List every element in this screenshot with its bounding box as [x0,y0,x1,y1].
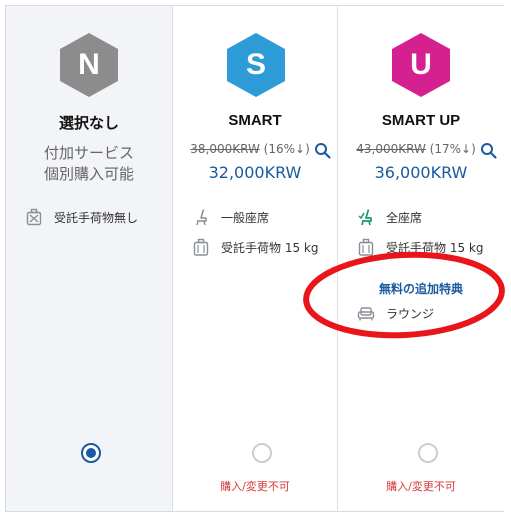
original-price-row: 38,000KRW (16%↓) [163,142,337,156]
option-title: 選択なし [58,115,119,132]
feature-label: 一般座席 [221,210,270,225]
all-seats-icon [356,207,376,227]
standard-seat-icon [191,207,211,227]
option-title: SMART UP [381,112,461,129]
feature-label: 受託手荷物無し [54,210,139,225]
option-note-line1: 付加サービス [43,144,134,162]
no-baggage-icon [24,207,44,227]
feature-no-baggage: 受託手荷物無し [24,207,138,227]
sale-price: 36,000KRW [374,163,468,182]
option-note-line2: 個別購入可能 [43,165,134,183]
sale-price: 32,000KRW [208,163,302,182]
feature-seat: 全座席 [356,207,422,227]
status-unavailable: 購入/変更不可 [386,480,456,493]
status-unavailable: 購入/変更不可 [220,480,290,493]
free-bonus-heading: 無料の追加特典 [378,282,463,296]
fare-options-panel: N 選択なし 付加サービス 個別購入可能 受託手荷物無し S SMART 38,… [5,5,504,512]
feature-baggage: 受託手荷物 15 kg [356,237,483,257]
feature-label: 受託手荷物 15 kg [386,240,484,255]
badge-letter: N [78,48,100,81]
search-icon[interactable] [480,142,498,160]
baggage-icon [191,237,211,257]
option-none-column[interactable]: N 選択なし 付加サービス 個別購入可能 受託手荷物無し [6,6,173,511]
discount-rate: (17%↓) [429,142,476,156]
original-price: 43,000KRW [356,142,426,156]
badge-letter: S [245,48,266,81]
feature-label: 全座席 [386,210,423,225]
feature-lounge: ラウンジ [356,303,434,323]
discount-rate: (16%↓) [263,142,310,156]
hex-badge-n: N [60,33,118,97]
feature-label: 受託手荷物 15 kg [221,240,319,255]
hex-badge-s: S [227,33,285,97]
option-smart-radio[interactable] [252,443,272,463]
option-smart-up-radio[interactable] [418,443,438,463]
option-none-radio[interactable] [81,443,101,463]
feature-baggage: 受託手荷物 15 kg [191,237,318,257]
option-title: SMART [228,112,282,129]
original-price-row: 43,000KRW (17%↓) [328,142,504,156]
option-note: 付加サービス 個別購入可能 [6,143,172,185]
feature-label: ラウンジ [386,306,435,321]
hex-badge-u: U [392,33,450,97]
lounge-icon [356,303,376,323]
option-smart-up-column[interactable]: U SMART UP 43,000KRW (17%↓) 36,000KRW 全座… [338,6,504,511]
baggage-icon [356,237,376,257]
feature-seat: 一般座席 [191,207,269,227]
option-smart-column[interactable]: S SMART 38,000KRW (16%↓) 32,000KRW 一般座席 … [173,6,338,511]
original-price: 38,000KRW [190,142,260,156]
badge-letter: U [410,48,432,81]
